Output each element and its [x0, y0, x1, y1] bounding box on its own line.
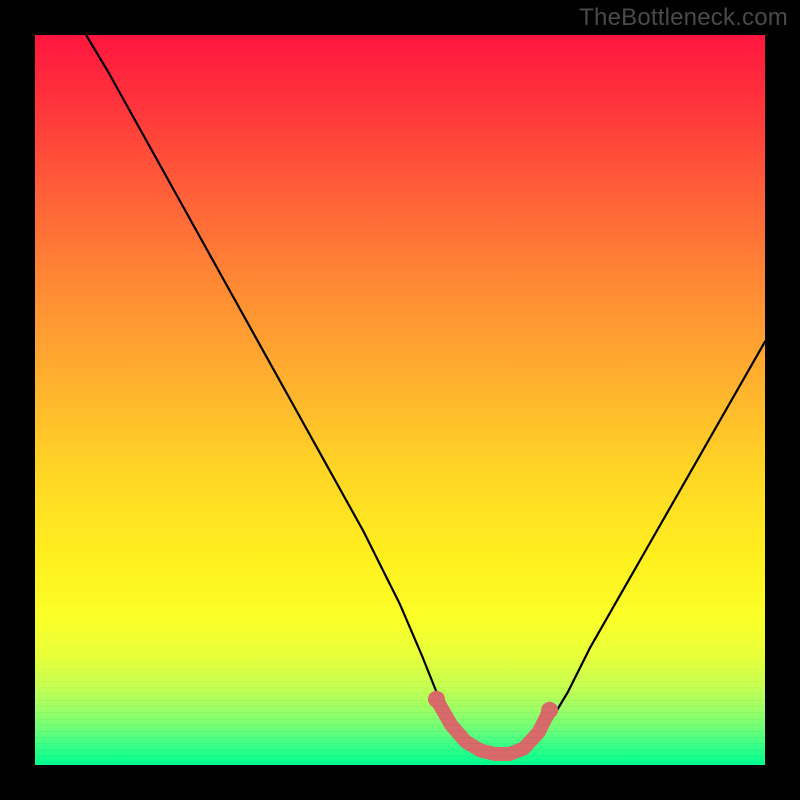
highlight-end-dot — [541, 702, 558, 719]
watermark-text: TheBottleneck.com — [579, 4, 788, 32]
optimal-region-highlight — [437, 699, 550, 754]
chart-frame: TheBottleneck.com — [0, 0, 800, 800]
curve-svg — [35, 35, 765, 765]
highlight-end-dot — [428, 691, 445, 708]
plot-area — [35, 35, 765, 765]
bottleneck-curve — [86, 35, 765, 754]
